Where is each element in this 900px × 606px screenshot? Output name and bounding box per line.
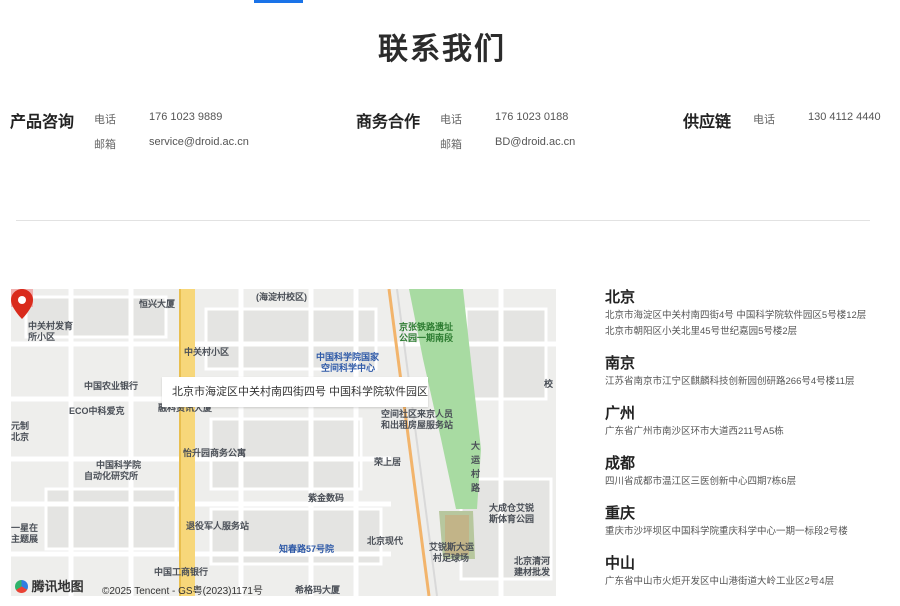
- map-label: 北京清河: [514, 556, 551, 566]
- contact-group-title: 商务合作: [356, 114, 421, 131]
- map-label: 校: [544, 379, 554, 389]
- tencent-map-icon: [15, 580, 28, 593]
- office-address: 江苏省南京市江宁区麒麟科技创新园创研路266号4号楼11层: [605, 376, 855, 387]
- map-label: 希格玛大厦: [295, 585, 341, 595]
- map-label: (海淀村校区): [256, 292, 307, 302]
- contact-group-title: 供应链: [683, 114, 732, 131]
- map-logo-text: 腾讯地图: [31, 579, 84, 594]
- contact-label: 邮箱: [94, 139, 116, 151]
- contact-email[interactable]: service@droid.ac.cn: [149, 136, 249, 148]
- contact-phone[interactable]: 130 4112 4440: [808, 111, 881, 123]
- map-label: 荣上居: [374, 457, 402, 467]
- map-label: 中国工商银行: [154, 567, 209, 577]
- map-label: 知春路57号院: [279, 544, 335, 554]
- contact-label: 电话: [440, 114, 462, 126]
- map-label: 京张铁路遗址: [399, 322, 454, 332]
- office-address: 广东省中山市火炬开发区中山港街道大岭工业区2号4层: [605, 576, 835, 587]
- map-label: 北京现代: [367, 536, 404, 546]
- office-city: 南京: [605, 355, 636, 372]
- map-label: 空间科学中心: [321, 363, 376, 373]
- map-label: 紫金数码: [308, 493, 345, 503]
- map-label: 怡升园商务公寓: [183, 448, 247, 458]
- office-address: 北京市海淀区中关村南四街4号 中国科学院软件园区5号楼12层: [605, 310, 867, 321]
- map-label: 恒兴大厦: [139, 299, 176, 309]
- map-label: 中国科学院: [96, 460, 142, 470]
- contact-label: 电话: [753, 114, 775, 126]
- map-label: ECO中科爱克: [69, 406, 125, 416]
- contact-label: 电话: [94, 114, 116, 126]
- map-label: 村足球场: [433, 553, 470, 563]
- office-city: 成都: [605, 455, 636, 472]
- office-item: 北京 北京市海淀区中关村南四街4号 中国科学院软件园区5号楼12层 北京市朝阳区…: [605, 288, 866, 340]
- map-label: 和出租房屋服务站: [381, 420, 454, 430]
- map-label: 建材批发: [514, 567, 551, 577]
- contact-label: 邮箱: [440, 139, 462, 151]
- contact-phone[interactable]: 176 1023 9889: [149, 111, 222, 123]
- page-title: 联系我们: [378, 33, 506, 66]
- map-label: 中关村小区: [184, 347, 230, 357]
- office-city: 广州: [605, 405, 636, 422]
- contact-email[interactable]: BD@droid.ac.cn: [495, 136, 575, 148]
- map-label: 中国科学院国家: [316, 352, 380, 362]
- map-label: 空间社区来京人员: [381, 409, 454, 419]
- map-label: 大成仓艾锐: [489, 503, 535, 513]
- office-city: 北京: [605, 289, 636, 306]
- map-location-tooltip: 北京市海淀区中关村南四街四号 中国科学院软件园区: [162, 377, 428, 407]
- map-label: 艾锐斯大运: [429, 542, 475, 552]
- contact-group-title: 产品咨询: [10, 114, 75, 131]
- map-label: 斯体育公园: [489, 514, 535, 524]
- map-label: 一星在: [11, 523, 39, 533]
- office-address: 广东省广州市南沙区环市大道西211号A5栋: [605, 426, 784, 437]
- office-address: 四川省成都市温江区三医创新中心四期7栋6层: [605, 476, 797, 487]
- map-label: 所小区: [28, 332, 56, 342]
- map-label: 中关村发育: [28, 321, 74, 331]
- office-address: 北京市朝阳区小关北里45号世纪嘉园5号楼2层: [605, 326, 798, 337]
- office-city: 重庆: [605, 505, 636, 522]
- map-label: 公园一期南段: [399, 333, 454, 343]
- map-copyright: ©2025 Tencent - GS粤(2023)1171号: [102, 586, 263, 596]
- map-pin-icon[interactable]: [11, 289, 33, 319]
- map-label: 自动化研究所: [84, 471, 139, 481]
- map-label: 大运村路: [471, 441, 481, 493]
- contact-phone[interactable]: 176 1023 0188: [495, 111, 568, 123]
- section-divider: [16, 220, 870, 221]
- office-item: 南京 江苏省南京市江宁区麒麟科技创新园创研路266号4号楼11层: [605, 354, 855, 390]
- location-map[interactable]: (海淀村校区) 恒兴大厦 中关村发育 所小区 中关村小区 中国科学院国家 空间科…: [11, 289, 556, 596]
- map-provider-logo[interactable]: 腾讯地图: [15, 576, 84, 595]
- office-address: 重庆市沙坪坝区中国科学院重庆科学中心一期一标段2号楼: [605, 526, 848, 537]
- map-label: 元制: [11, 421, 30, 431]
- map-label: 主题展: [11, 534, 39, 544]
- top-accent-bar: [254, 0, 303, 3]
- map-label: 退役军人服务站: [186, 521, 250, 531]
- office-city: 中山: [605, 555, 636, 572]
- office-item: 成都 四川省成都市温江区三医创新中心四期7栋6层: [605, 454, 796, 490]
- office-item: 中山 广东省中山市火炬开发区中山港街道大岭工业区2号4层: [605, 554, 834, 590]
- map-label: 北京: [11, 432, 30, 442]
- office-item: 重庆 重庆市沙坪坝区中国科学院重庆科学中心一期一标段2号楼: [605, 504, 848, 540]
- map-label: 中国农业银行: [84, 381, 139, 391]
- office-item: 广州 广东省广州市南沙区环市大道西211号A5栋: [605, 404, 784, 440]
